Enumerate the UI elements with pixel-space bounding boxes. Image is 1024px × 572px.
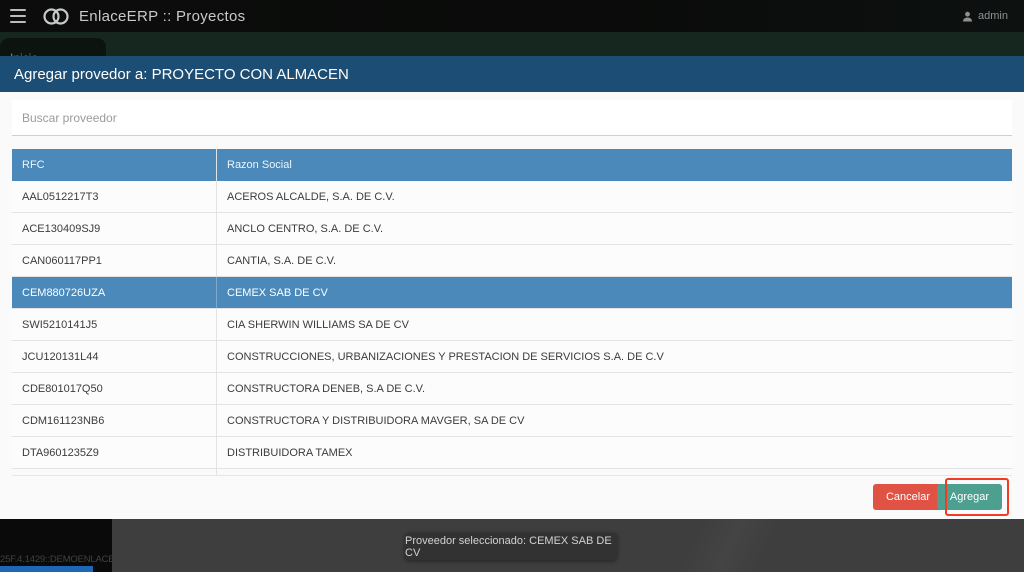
table-row[interactable]: JCU120131L44CONSTRUCCIONES, URBANIZACION… — [12, 341, 1012, 373]
cell-razon-social: CONSTRUCTORA DENEB, S.A DE C.V. — [217, 373, 1012, 404]
table-row[interactable]: CAN060117PP1CANTIA, S.A. DE C.V. — [12, 245, 1012, 277]
cell-razon-social: CIA SHERWIN WILLIAMS SA DE CV — [217, 309, 1012, 340]
enlace-logo-icon — [42, 6, 70, 27]
cell-rfc: JCU120131L44 — [12, 341, 217, 372]
app-bar: EnlaceERP :: Proyectos admin — [0, 0, 1024, 32]
user-name: admin — [978, 10, 1008, 22]
modal-body: RFC Razon Social AAL0512217T3ACEROS ALCA… — [0, 92, 1024, 519]
providers-table: RFC Razon Social AAL0512217T3ACEROS ALCA… — [12, 149, 1012, 476]
cell-rfc: CDM161123NB6 — [12, 405, 217, 436]
add-button[interactable]: Agregar — [937, 484, 1002, 510]
screen: EnlaceERP :: Proyectos admin Inicio Agre… — [0, 0, 1024, 572]
table-row-selected[interactable]: CEM880726UZACEMEX SAB DE CV — [12, 277, 1012, 309]
version-label: 25F.4.1429::DEMOENLACE — [0, 554, 112, 565]
cell-razon-social: CEMEX SAB DE CV — [217, 277, 1012, 308]
nav-band: Inicio — [0, 32, 1024, 56]
cancel-button[interactable]: Cancelar — [873, 484, 943, 510]
cell-rfc: DTA9601235Z9 — [12, 437, 217, 468]
table-row[interactable]: CDM161123NB6CONSTRUCTORA Y DISTRIBUIDORA… — [12, 405, 1012, 437]
cell-razon-social: ANCLO CENTRO, S.A. DE C.V. — [217, 213, 1012, 244]
cell-razon-social: CANTIA, S.A. DE C.V. — [217, 245, 1012, 276]
cell-rfc: ACE130409SJ9 — [12, 213, 217, 244]
cell-razon-social: CONSTRUCTORA Y DISTRIBUIDORA MAVGER, SA … — [217, 405, 1012, 436]
table-row-partial — [12, 469, 1012, 476]
toast-notification: Proveedor seleccionado: CEMEX SAB DE CV — [405, 533, 617, 560]
search-field-wrap — [12, 100, 1012, 136]
table-row[interactable]: AAL0512217T3ACEROS ALCALDE, S.A. DE C.V. — [12, 181, 1012, 213]
table-row[interactable]: DTA9601235Z9DISTRIBUIDORA TAMEX — [12, 437, 1012, 469]
cell-rfc: SWI5210141J5 — [12, 309, 217, 340]
toast-text: Proveedor seleccionado: CEMEX SAB DE CV — [405, 535, 617, 559]
modal-header: Agregar provedor a: PROYECTO CON ALMACEN — [0, 56, 1024, 92]
app-title: EnlaceERP :: Proyectos — [79, 8, 245, 25]
cell-razon-social: CONSTRUCCIONES, URBANIZACIONES Y PRESTAC… — [217, 341, 1012, 372]
table-body: AAL0512217T3ACEROS ALCALDE, S.A. DE C.V.… — [12, 181, 1012, 469]
column-header-rfc: RFC — [12, 149, 217, 181]
user-menu[interactable]: admin — [962, 0, 1008, 32]
cell-razon-social: DISTRIBUIDORA TAMEX — [217, 437, 1012, 468]
table-row[interactable]: ACE130409SJ9ANCLO CENTRO, S.A. DE C.V. — [12, 213, 1012, 245]
bottom-blue-strip — [0, 566, 93, 572]
column-header-razon-social: Razon Social — [217, 149, 1012, 181]
cell-rfc: CDE801017Q50 — [12, 373, 217, 404]
cell-rfc: AAL0512217T3 — [12, 181, 217, 212]
search-input[interactable] — [12, 100, 1012, 135]
version-box: 25F.4.1429::DEMOENLACE — [0, 519, 112, 572]
person-icon — [962, 11, 973, 22]
table-row[interactable]: CDE801017Q50CONSTRUCTORA DENEB, S.A DE C… — [12, 373, 1012, 405]
table-row[interactable]: SWI5210141J5CIA SHERWIN WILLIAMS SA DE C… — [12, 309, 1012, 341]
modal-title: Agregar provedor a: PROYECTO CON ALMACEN — [14, 66, 349, 83]
footer-streak — [640, 519, 820, 572]
cell-razon-social: ACEROS ALCALDE, S.A. DE C.V. — [217, 181, 1012, 212]
table-header-row: RFC Razon Social — [12, 149, 1012, 181]
cell-rfc: CEM880726UZA — [12, 277, 217, 308]
cell-rfc: CAN060117PP1 — [12, 245, 217, 276]
hamburger-menu-icon[interactable] — [10, 9, 28, 23]
